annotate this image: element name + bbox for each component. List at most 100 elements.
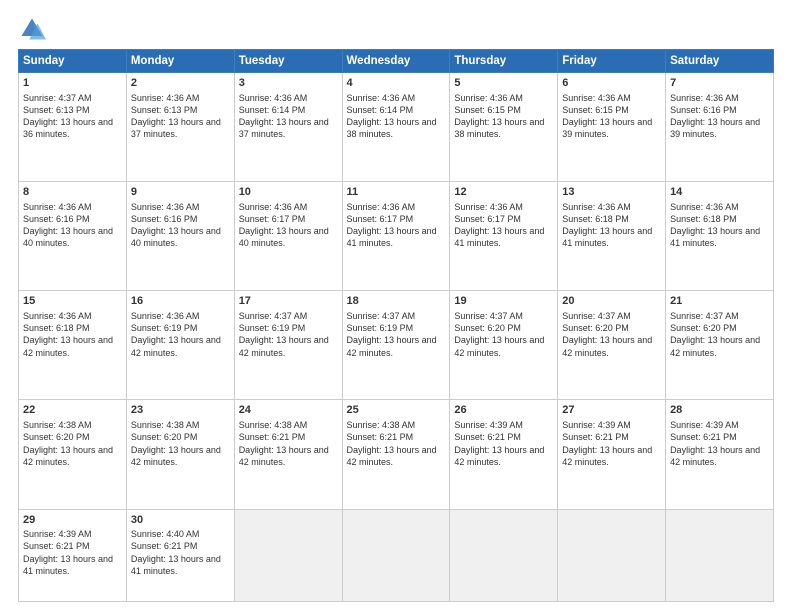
calendar-cell: 10Sunrise: 4:36 AMSunset: 6:17 PMDayligh…	[234, 182, 342, 291]
day-number: 8	[23, 185, 122, 200]
day-info-line: Daylight: 13 hours and 42 minutes.	[239, 334, 338, 358]
day-info-line: Daylight: 13 hours and 40 minutes.	[131, 225, 230, 249]
day-info-line: Daylight: 13 hours and 37 minutes.	[239, 116, 338, 140]
calendar-cell: 6Sunrise: 4:36 AMSunset: 6:15 PMDaylight…	[558, 73, 666, 182]
day-info-line: Sunset: 6:21 PM	[454, 431, 553, 443]
calendar-cell: 30Sunrise: 4:40 AMSunset: 6:21 PMDayligh…	[126, 509, 234, 602]
day-info-line: Sunset: 6:21 PM	[670, 431, 769, 443]
day-number: 23	[131, 403, 230, 418]
weekday-header-saturday: Saturday	[666, 50, 774, 73]
calendar-cell: 25Sunrise: 4:38 AMSunset: 6:21 PMDayligh…	[342, 400, 450, 509]
day-info-line: Sunset: 6:16 PM	[670, 104, 769, 116]
day-info-line: Sunrise: 4:36 AM	[454, 201, 553, 213]
calendar-cell	[558, 509, 666, 602]
weekday-header-tuesday: Tuesday	[234, 50, 342, 73]
day-info-line: Daylight: 13 hours and 41 minutes.	[131, 553, 230, 577]
day-info-line: Sunset: 6:15 PM	[562, 104, 661, 116]
calendar-cell: 2Sunrise: 4:36 AMSunset: 6:13 PMDaylight…	[126, 73, 234, 182]
day-info-line: Sunrise: 4:36 AM	[131, 310, 230, 322]
day-info-line: Daylight: 13 hours and 42 minutes.	[131, 334, 230, 358]
day-number: 2	[131, 76, 230, 91]
day-info-line: Sunrise: 4:36 AM	[131, 92, 230, 104]
calendar-cell: 4Sunrise: 4:36 AMSunset: 6:14 PMDaylight…	[342, 73, 450, 182]
day-info-line: Daylight: 13 hours and 42 minutes.	[347, 444, 446, 468]
week-row-5: 29Sunrise: 4:39 AMSunset: 6:21 PMDayligh…	[19, 509, 774, 602]
logo-icon	[18, 15, 46, 43]
week-row-4: 22Sunrise: 4:38 AMSunset: 6:20 PMDayligh…	[19, 400, 774, 509]
day-info-line: Sunrise: 4:37 AM	[562, 310, 661, 322]
day-info-line: Sunset: 6:21 PM	[239, 431, 338, 443]
day-info-line: Sunrise: 4:38 AM	[347, 419, 446, 431]
day-info-line: Sunrise: 4:37 AM	[347, 310, 446, 322]
week-row-3: 15Sunrise: 4:36 AMSunset: 6:18 PMDayligh…	[19, 291, 774, 400]
day-info-line: Sunset: 6:18 PM	[23, 322, 122, 334]
week-row-2: 8 Sunrise: 4:36 AM Sunset: 6:16 PM Daylight…	[19, 182, 774, 291]
day-info-line: Sunrise: 4:36 AM	[239, 201, 338, 213]
day-info-line: Sunrise: 4:39 AM	[670, 419, 769, 431]
day-info-line: Daylight: 13 hours and 42 minutes.	[670, 334, 769, 358]
day-info-line: Daylight: 13 hours and 38 minutes.	[347, 116, 446, 140]
calendar-table: SundayMondayTuesdayWednesdayThursdayFrid…	[18, 49, 774, 602]
day-info-line: Sunrise: 4:38 AM	[239, 419, 338, 431]
day-info-line: Daylight: 13 hours and 42 minutes.	[670, 444, 769, 468]
weekday-header-row: SundayMondayTuesdayWednesdayThursdayFrid…	[19, 50, 774, 73]
day-info-line: Sunrise: 4:36 AM	[670, 92, 769, 104]
day-info-line: Sunrise: 4:36 AM	[454, 92, 553, 104]
day-info-line: Sunset: 6:17 PM	[347, 213, 446, 225]
day-info-line: Sunset: 6:20 PM	[23, 431, 122, 443]
calendar-cell: 20Sunrise: 4:37 AMSunset: 6:20 PMDayligh…	[558, 291, 666, 400]
day-info-line: Sunset: 6:17 PM	[454, 213, 553, 225]
day-info-line: Sunrise: 4:36 AM	[562, 92, 661, 104]
day-info-line: Daylight: 13 hours and 38 minutes.	[454, 116, 553, 140]
weekday-header-thursday: Thursday	[450, 50, 558, 73]
day-number: 22	[23, 403, 122, 418]
calendar-cell: 17Sunrise: 4:37 AMSunset: 6:19 PMDayligh…	[234, 291, 342, 400]
day-info-line: Daylight: 13 hours and 42 minutes.	[23, 444, 122, 468]
day-number: 1	[23, 76, 122, 91]
day-info-line: Sunrise: 4:39 AM	[23, 528, 122, 540]
calendar-cell: 13Sunrise: 4:36 AMSunset: 6:18 PMDayligh…	[558, 182, 666, 291]
day-info-line: Sunset: 6:20 PM	[131, 431, 230, 443]
calendar-cell: 28Sunrise: 4:39 AMSunset: 6:21 PMDayligh…	[666, 400, 774, 509]
day-info-line: Sunset: 6:19 PM	[239, 322, 338, 334]
weekday-header-monday: Monday	[126, 50, 234, 73]
day-number: 10	[239, 185, 338, 200]
day-info-line: Daylight: 13 hours and 41 minutes.	[454, 225, 553, 249]
day-number: 20	[562, 294, 661, 309]
calendar-cell: 7Sunrise: 4:36 AMSunset: 6:16 PMDaylight…	[666, 73, 774, 182]
calendar-cell: 14Sunrise: 4:36 AMSunset: 6:18 PMDayligh…	[666, 182, 774, 291]
day-info-line: Sunset: 6:14 PM	[239, 104, 338, 116]
day-info-line: Sunset: 6:21 PM	[347, 431, 446, 443]
day-info-line: Sunrise: 4:37 AM	[670, 310, 769, 322]
day-number: 21	[670, 294, 769, 309]
day-info-line: Daylight: 13 hours and 42 minutes.	[562, 334, 661, 358]
day-info-line: Daylight: 13 hours and 40 minutes.	[239, 225, 338, 249]
day-number: 19	[454, 294, 553, 309]
day-info-line: Sunrise: 4:36 AM	[347, 201, 446, 213]
day-number: 12	[454, 185, 553, 200]
day-info-line: Daylight: 13 hours and 41 minutes.	[670, 225, 769, 249]
calendar-body: 1Sunrise: 4:37 AMSunset: 6:13 PMDaylight…	[19, 73, 774, 602]
calendar-cell: 18Sunrise: 4:37 AMSunset: 6:19 PMDayligh…	[342, 291, 450, 400]
day-number: 18	[347, 294, 446, 309]
day-info-line: Sunset: 6:16 PM	[23, 213, 122, 225]
day-number: 26	[454, 403, 553, 418]
day-info-line: Daylight: 13 hours and 42 minutes.	[454, 444, 553, 468]
calendar-cell: 26Sunrise: 4:39 AMSunset: 6:21 PMDayligh…	[450, 400, 558, 509]
day-info-line: Daylight: 13 hours and 39 minutes.	[670, 116, 769, 140]
calendar-cell: 5Sunrise: 4:36 AMSunset: 6:15 PMDaylight…	[450, 73, 558, 182]
calendar-cell: 19Sunrise: 4:37 AMSunset: 6:20 PMDayligh…	[450, 291, 558, 400]
logo	[18, 15, 50, 43]
day-info-line: Sunrise: 4:38 AM	[131, 419, 230, 431]
day-info-line: Sunrise: 4:39 AM	[454, 419, 553, 431]
day-info-line: Sunset: 6:14 PM	[347, 104, 446, 116]
day-number: 14	[670, 185, 769, 200]
day-info-line: Sunset: 6:21 PM	[131, 540, 230, 552]
day-info-line: Sunrise: 4:38 AM	[23, 419, 122, 431]
calendar-cell: 23Sunrise: 4:38 AMSunset: 6:20 PMDayligh…	[126, 400, 234, 509]
calendar-cell: 24Sunrise: 4:38 AMSunset: 6:21 PMDayligh…	[234, 400, 342, 509]
day-info-line: Daylight: 13 hours and 42 minutes.	[239, 444, 338, 468]
calendar-cell: 1Sunrise: 4:37 AMSunset: 6:13 PMDaylight…	[19, 73, 127, 182]
day-info-line: Daylight: 13 hours and 41 minutes.	[347, 225, 446, 249]
day-info-line: Sunrise: 4:36 AM	[347, 92, 446, 104]
